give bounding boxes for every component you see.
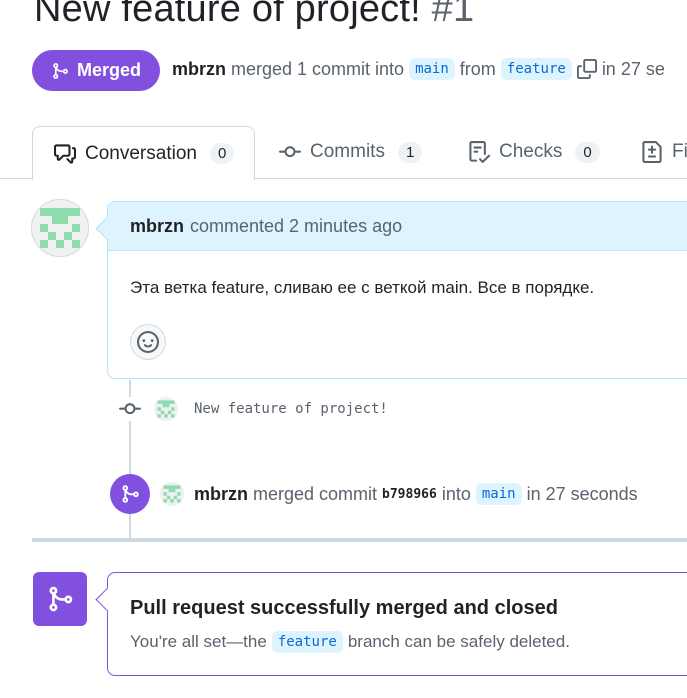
merge-time[interactable]: in 27 seconds	[527, 484, 638, 505]
pr-merge-summary: merged 1 commit into	[231, 58, 405, 79]
timeline-separator	[32, 538, 687, 542]
merged-status-title: Pull request successfully merged and clo…	[130, 597, 558, 619]
avatar[interactable]	[31, 199, 89, 257]
tab-commits-count: 1	[397, 141, 423, 163]
merged-sub-before: You're all set—the	[130, 632, 267, 651]
merge-author-avatar[interactable]	[160, 482, 184, 506]
tab-conversation[interactable]: Conversation 0	[32, 126, 255, 180]
checklist-icon	[469, 141, 490, 163]
merged-head-branch[interactable]: feature	[271, 631, 343, 653]
merge-event-badge	[110, 474, 150, 514]
tab-commits[interactable]: Commits 1	[279, 126, 423, 178]
tab-commits-label: Commits	[310, 141, 385, 162]
commit-author-avatar[interactable]	[154, 397, 178, 421]
git-merge-icon	[122, 485, 139, 503]
tab-conversation-label: Conversation	[85, 142, 197, 164]
tab-checks[interactable]: Checks 0	[468, 126, 600, 178]
copy-icon[interactable]	[576, 59, 597, 79]
smiley-icon	[137, 331, 159, 353]
commit-sha-link[interactable]: b798966	[382, 487, 437, 502]
tab-checks-count: 0	[575, 141, 600, 163]
comment-author-link[interactable]: mbrzn	[130, 216, 184, 237]
merge-base-branch[interactable]: main	[475, 483, 522, 505]
tab-checks-label: Checks	[499, 141, 563, 162]
head-branch[interactable]: feature	[500, 58, 572, 80]
merged-status-icon	[33, 572, 87, 626]
commit-row: New feature of project!	[118, 397, 388, 421]
git-merge-icon	[49, 586, 73, 612]
pr-number: #1	[431, 0, 475, 30]
state-badge-merged: Merged	[32, 50, 160, 91]
pr-title: New feature of project! #1	[34, 0, 474, 31]
tab-conversation-count: 0	[209, 143, 235, 164]
pr-time: in 27 se	[601, 58, 665, 79]
merge-event-text: mbrzn merged commit b798966 into main in…	[194, 483, 638, 505]
commit-message-link[interactable]: New feature of project!	[194, 401, 388, 417]
comment-body: Эта ветка feature, сливаю ее с веткой ma…	[130, 278, 595, 297]
comment-header: mbrzn commented 2 minutes ago	[108, 202, 687, 251]
base-branch[interactable]: main	[409, 58, 455, 80]
git-commit-icon	[279, 146, 301, 158]
pr-title-text: New feature of project!	[34, 0, 421, 30]
merge-author-link[interactable]: mbrzn	[194, 484, 248, 505]
tab-files-label: Fi	[672, 141, 687, 162]
git-commit-icon	[118, 397, 142, 421]
merge-action: merged commit	[253, 483, 378, 504]
from-word: from	[459, 58, 496, 79]
merged-sub-after: branch can be safely deleted.	[347, 632, 570, 651]
state-label: Merged	[76, 60, 141, 80]
merged-status-card: Pull request successfully merged and clo…	[107, 572, 687, 676]
pr-author-link[interactable]: mbrzn	[172, 59, 226, 80]
add-reaction-button[interactable]	[130, 324, 166, 360]
comment-discussion-icon	[54, 143, 76, 164]
comment-card: mbrzn commented 2 minutes ago Эта ветка …	[107, 201, 687, 379]
identicon-avatar	[32, 200, 88, 256]
file-diff-icon	[642, 141, 662, 163]
comment-meta[interactable]: commented 2 minutes ago	[190, 216, 402, 237]
pr-meta: mbrzn merged 1 commit into main from fea…	[172, 58, 665, 80]
merge-event: mbrzn merged commit b798966 into main in…	[110, 474, 638, 514]
tab-files[interactable]: Fi	[641, 126, 687, 178]
git-merge-icon	[53, 62, 68, 79]
merge-into: into	[441, 483, 471, 504]
merged-status-subtitle: You're all set—the feature branch can be…	[130, 631, 570, 653]
